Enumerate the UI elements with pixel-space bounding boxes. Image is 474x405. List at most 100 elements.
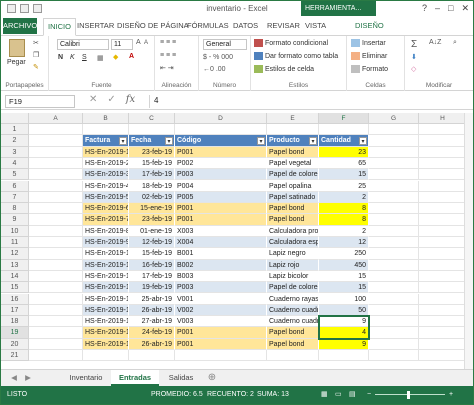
filter-dropdown-icon[interactable]: ▾: [309, 136, 317, 145]
sheet-tab-salidas[interactable]: Salidas: [159, 370, 203, 386]
table-cell-factura[interactable]: HS-En-2019-16: [83, 316, 129, 328]
grid-cell[interactable]: [419, 124, 467, 136]
table-cell-producto[interactable]: Papel opalina: [267, 180, 319, 192]
grid-cell[interactable]: [369, 214, 419, 226]
grid-cell[interactable]: [419, 191, 467, 204]
table-cell-codigo[interactable]: B003: [175, 270, 267, 283]
page-layout-icon[interactable]: ▭: [335, 386, 342, 404]
grid-cell[interactable]: [419, 293, 467, 305]
row-header-14[interactable]: 14: [1, 270, 29, 283]
minimize-icon[interactable]: –: [435, 3, 440, 14]
cut-icon[interactable]: ✂: [33, 39, 39, 47]
grid-cell[interactable]: [419, 203, 467, 215]
cell-styles-button[interactable]: Estilos de celda: [254, 65, 314, 73]
function-icon[interactable]: fx: [126, 94, 135, 105]
table-cell-producto[interactable]: Lapiz negro: [267, 248, 319, 260]
table-cell-cantidad[interactable]: 12: [319, 237, 369, 249]
autosum-icon[interactable]: Σ: [411, 39, 417, 50]
table-cell-producto[interactable]: Cuaderno cuadro chico: [267, 316, 319, 328]
filter-dropdown-icon[interactable]: ▾: [165, 136, 173, 145]
grid-cell[interactable]: [369, 169, 419, 181]
table-cell-cantidad[interactable]: 15: [319, 282, 369, 294]
table-cell-codigo[interactable]: P002: [175, 157, 267, 170]
grid-cell[interactable]: [29, 270, 83, 283]
italic-icon[interactable]: K: [70, 54, 75, 61]
page-break-icon[interactable]: ▤: [349, 386, 356, 404]
table-cell-fecha[interactable]: 18-feb-19: [129, 180, 175, 192]
table-cell-cantidad[interactable]: 50: [319, 304, 369, 317]
table-cell-producto[interactable]: Papel bond: [267, 214, 319, 226]
grid-cell[interactable]: [369, 327, 419, 339]
table-cell-producto[interactable]: Lapiz rojo: [267, 259, 319, 271]
format-cells-button[interactable]: Formato: [351, 65, 388, 73]
row-header-21[interactable]: 21: [1, 350, 29, 362]
grid-cell[interactable]: [29, 304, 83, 317]
row-header-18[interactable]: 18: [1, 316, 29, 328]
grid-cell[interactable]: [369, 237, 419, 249]
close-icon[interactable]: ✕: [461, 3, 469, 14]
table-cell-factura[interactable]: HS-En-2019-6: [83, 203, 129, 215]
grid-cell[interactable]: [175, 350, 267, 362]
table-cell-codigo[interactable]: B001: [175, 248, 267, 260]
grid-cell[interactable]: [83, 350, 129, 362]
table-cell-fecha[interactable]: 15-feb-19: [129, 248, 175, 260]
format-painter-icon[interactable]: ✎: [33, 63, 39, 71]
table-cell-factura[interactable]: HS-En-2019-5: [83, 191, 129, 204]
table-cell-codigo[interactable]: V003: [175, 316, 267, 328]
grid-cell[interactable]: [29, 259, 83, 271]
grid-cell[interactable]: [419, 338, 467, 350]
table-cell-factura[interactable]: HS-En-2019-12: [83, 270, 129, 283]
table-cell-factura[interactable]: HS-En-2019-1: [83, 146, 129, 158]
paste-button[interactable]: Pegar: [7, 59, 26, 66]
table-cell-cantidad[interactable]: 2: [319, 225, 369, 237]
table-cell-cantidad[interactable]: 25: [319, 180, 369, 192]
row-header-16[interactable]: 16: [1, 293, 29, 305]
column-header-a[interactable]: A: [29, 113, 83, 124]
grid-cell[interactable]: [369, 191, 419, 204]
column-header-c[interactable]: C: [129, 113, 175, 124]
tab-diseno-tabla[interactable]: DISEÑO: [355, 19, 384, 33]
table-cell-factura[interactable]: HS-En-2019-3: [83, 169, 129, 181]
table-cell-fecha[interactable]: 26-abr-19: [129, 338, 175, 350]
tab-revisar[interactable]: REVISAR: [267, 19, 300, 33]
find-icon[interactable]: ⌕: [453, 39, 457, 47]
align-left-icon[interactable]: ≡ ≡ ≡: [160, 52, 176, 59]
grid-cell[interactable]: [29, 157, 83, 170]
table-cell-codigo[interactable]: X003: [175, 225, 267, 237]
table-cell-factura[interactable]: HS-En-2019-9: [83, 237, 129, 249]
prev-sheet-icon[interactable]: ◀: [7, 370, 21, 386]
zoom-slider[interactable]: [375, 394, 445, 395]
align-top-icon[interactable]: ≡ ≡ ≡: [160, 39, 176, 46]
grid-cell[interactable]: [29, 327, 83, 339]
underline-icon[interactable]: S: [82, 54, 87, 61]
grid-cell[interactable]: [319, 124, 369, 136]
next-sheet-icon[interactable]: ▶: [21, 370, 35, 386]
grid-cell[interactable]: [369, 225, 419, 237]
row-header-8[interactable]: 8: [1, 203, 29, 215]
table-cell-codigo[interactable]: V002: [175, 304, 267, 317]
table-cell-fecha[interactable]: 01-ene-19: [129, 225, 175, 237]
font-color-icon[interactable]: A: [129, 53, 134, 60]
grid-cell[interactable]: [369, 248, 419, 260]
grid-cell[interactable]: [419, 225, 467, 237]
grid-cell[interactable]: [29, 169, 83, 181]
grid-cell[interactable]: [419, 327, 467, 339]
table-cell-producto[interactable]: Papel de colores: [267, 169, 319, 181]
grid-cell[interactable]: [267, 124, 319, 136]
grid-cell[interactable]: [369, 338, 419, 350]
grid-cell[interactable]: [129, 350, 175, 362]
delete-cells-button[interactable]: Eliminar: [351, 52, 387, 60]
tab-vista[interactable]: VISTA: [305, 19, 326, 33]
table-cell-fecha[interactable]: 16-feb-19: [129, 259, 175, 271]
grid-cell[interactable]: [369, 259, 419, 271]
table-cell-cantidad[interactable]: 8: [319, 203, 369, 215]
column-header-f[interactable]: F: [319, 113, 369, 124]
indent-icon[interactable]: ⇤ ⇥: [160, 64, 174, 72]
row-header-3[interactable]: 3: [1, 146, 29, 158]
table-cell-factura[interactable]: HS-En-2019-13: [83, 282, 129, 294]
border-icon[interactable]: ▦: [97, 54, 104, 62]
select-all-corner[interactable]: [1, 113, 29, 124]
table-cell-cantidad[interactable]: 250: [319, 248, 369, 260]
table-cell-codigo[interactable]: P001: [175, 327, 267, 339]
conditional-format-button[interactable]: Formato condicional: [254, 39, 328, 47]
